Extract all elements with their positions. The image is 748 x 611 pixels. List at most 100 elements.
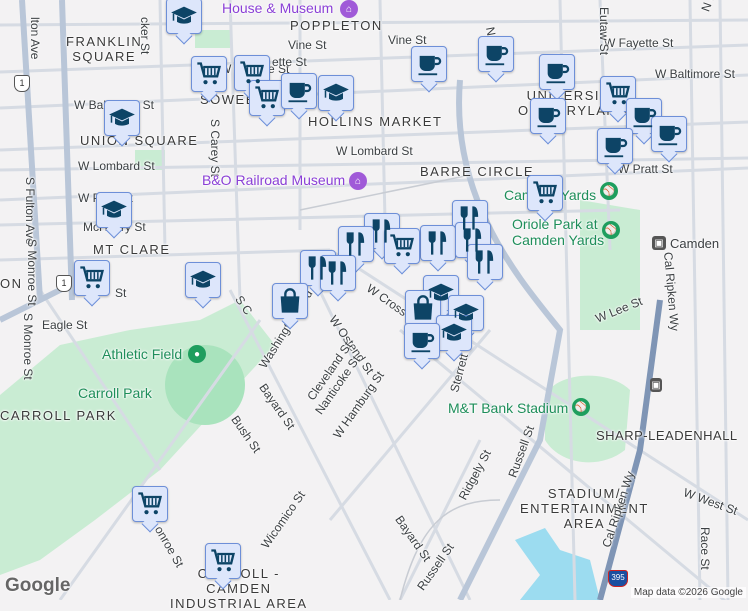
coffee-cup-icon (534, 102, 562, 130)
neighborhood-carroll-park: CARROLL PARK (0, 408, 117, 423)
shopping-cart-icon (604, 80, 632, 108)
neighborhood-hollins-market: HOLLINS MARKET (308, 114, 443, 129)
map-marker-school[interactable] (104, 100, 140, 136)
poi-mt-bank-stadium[interactable]: M&T Bank Stadium (448, 400, 568, 416)
us-route-1-shield: 1 (14, 75, 30, 92)
water (515, 528, 600, 600)
shopping-cart-icon (253, 84, 281, 112)
neighborhood-mt-clare: MT CLARE (93, 242, 171, 257)
neighborhood-barre-circle: BARRE CIRCLE (420, 164, 535, 179)
poi-athletic-field[interactable]: Athletic Field (102, 346, 182, 362)
graduation-cap-icon (170, 2, 198, 30)
map-marker-cart[interactable] (527, 175, 563, 211)
map-marker-school[interactable] (166, 0, 202, 34)
street-fulton-n: lton Ave (28, 17, 42, 60)
map-marker-coffee[interactable] (411, 46, 447, 82)
graduation-cap-icon (108, 104, 136, 132)
map-attribution[interactable]: Map data ©2026 Google (630, 587, 746, 598)
shopping-bag-icon (409, 294, 437, 322)
graduation-cap-icon (322, 79, 350, 107)
coffee-cup-icon (543, 58, 571, 86)
train-station-icon[interactable]: ▣ (650, 378, 662, 392)
graduation-cap-icon (189, 266, 217, 294)
map-marker-coffee[interactable] (404, 323, 440, 359)
map-marker-restaurant[interactable] (420, 225, 456, 261)
coffee-cup-icon (601, 132, 629, 160)
coffee-cup-icon (285, 77, 313, 105)
museum-icon[interactable]: ⌂ (349, 172, 367, 190)
street-monroe-2: S Monroe St (21, 313, 35, 380)
map-marker-bag[interactable] (405, 290, 441, 326)
map-marker-coffee[interactable] (281, 73, 317, 109)
coffee-cup-icon (408, 327, 436, 355)
map-marker-coffee[interactable] (651, 116, 687, 152)
street-baltimore-e: W Baltimore St (655, 67, 736, 81)
shopping-bag-icon (276, 287, 304, 315)
map-marker-coffee[interactable] (530, 98, 566, 134)
map-marker-school[interactable] (96, 192, 132, 228)
fork-knife-icon (324, 259, 352, 287)
poi-carroll-park[interactable]: Carroll Park (78, 385, 152, 401)
map-marker-cart[interactable] (249, 80, 285, 116)
fork-knife-icon (342, 230, 370, 258)
graduation-cap-icon (440, 319, 468, 347)
map-marker-cart[interactable] (191, 56, 227, 92)
poi-camden-station[interactable]: Camden (670, 236, 719, 251)
map-marker-school[interactable] (318, 75, 354, 111)
map-marker-cart[interactable] (132, 486, 168, 522)
graduation-cap-icon (100, 196, 128, 224)
coffee-cup-icon (655, 120, 683, 148)
map-marker-restaurant[interactable] (467, 244, 503, 280)
neighborhood-franklin-square: FRANKLIN SQUARE (66, 34, 143, 64)
neighborhood-sharp-leadenhall: SHARP-LEADENHALL (596, 428, 738, 443)
fork-knife-icon (424, 229, 452, 257)
poi-house-museum[interactable]: House & Museum (222, 0, 333, 16)
street-vine-1: Vine St (288, 38, 327, 52)
street-stricker: cker St (138, 17, 152, 55)
poi-bo-museum[interactable]: B&O Railroad Museum (202, 172, 345, 188)
shopping-cart-icon (388, 232, 416, 260)
stadium-icon[interactable]: ⚾ (600, 182, 618, 200)
map-marker-restaurant[interactable] (320, 255, 356, 291)
neighborhood-poppleton: POPPLETON (290, 18, 383, 33)
coffee-cup-icon (482, 40, 510, 68)
stadium-icon[interactable]: ⚾ (572, 398, 590, 416)
shopping-cart-icon (78, 264, 106, 292)
map-marker-coffee[interactable] (478, 36, 514, 72)
shopping-cart-icon (195, 60, 223, 88)
train-station-icon[interactable]: ▣ (652, 236, 666, 250)
map-marker-cart[interactable] (384, 228, 420, 264)
map-marker-cart[interactable] (74, 260, 110, 296)
street-fayette-mid: ette St (272, 55, 307, 69)
map-marker-restaurant[interactable] (338, 226, 374, 262)
us-route-1-shield: 1 (56, 275, 72, 292)
map-marker-coffee[interactable] (597, 128, 633, 164)
neighborhood-union-square: UNION SQUARE (80, 133, 199, 148)
shopping-cart-icon (238, 59, 266, 87)
park-icon[interactable]: ● (188, 345, 206, 363)
map-marker-school[interactable] (436, 315, 472, 351)
google-logo[interactable]: Google (5, 575, 70, 597)
street-fayette-e: W Fayette St (604, 36, 674, 50)
map-marker-cart[interactable] (205, 543, 241, 579)
interstate-395-shield: 395 (608, 570, 628, 587)
street-vine-2: Vine St (388, 33, 427, 47)
street-small: St (115, 286, 127, 300)
street-pratt-e: W Pratt St (618, 162, 673, 176)
street-eutaw: Eutaw St (597, 7, 611, 56)
street-eagle: Eagle St (42, 318, 88, 332)
street-race: Race St (698, 527, 712, 570)
neighborhood-washington-village: ON (0, 276, 23, 291)
museum-icon[interactable]: ⌂ (340, 0, 358, 18)
shopping-cart-icon (209, 547, 237, 575)
street-lombard-e: W Lombard St (336, 144, 413, 158)
map-marker-school[interactable] (185, 262, 221, 298)
coffee-cup-icon (415, 50, 443, 78)
fork-knife-icon (471, 248, 499, 276)
street-lombard-w: W Lombard St (78, 159, 155, 173)
shopping-cart-icon (136, 490, 164, 518)
map-marker-coffee[interactable] (539, 54, 575, 90)
map-marker-bag[interactable] (272, 283, 308, 319)
poi-oriole-park[interactable]: Oriole Park at Camden Yards (512, 216, 604, 248)
stadium-icon[interactable]: ⚾ (602, 221, 620, 239)
